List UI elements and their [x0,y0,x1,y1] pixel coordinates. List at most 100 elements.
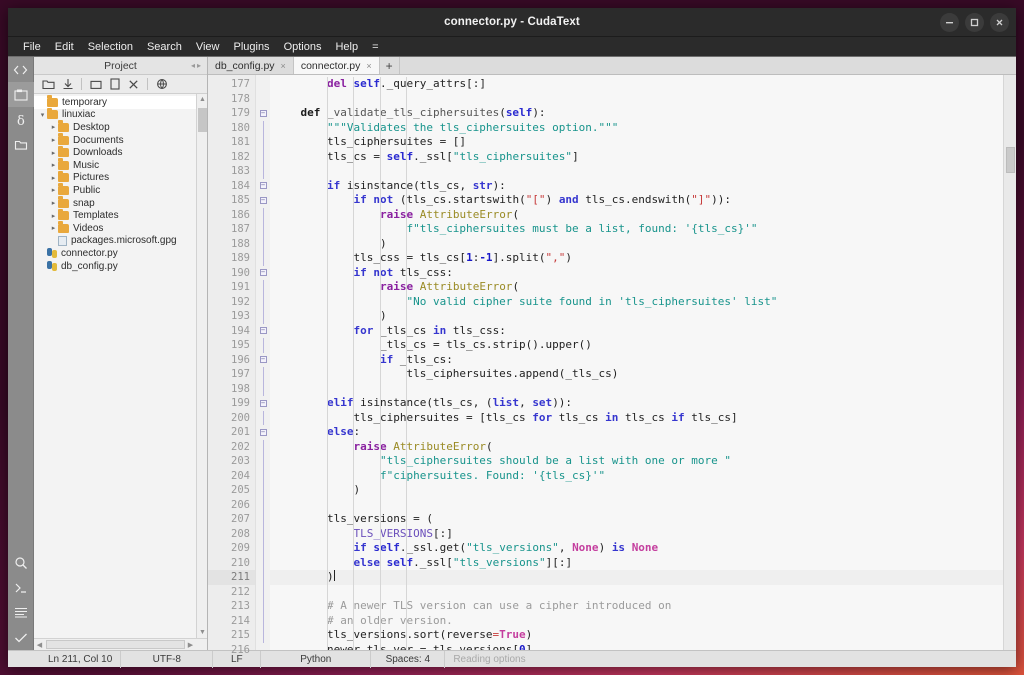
maximize-icon[interactable] [965,13,984,32]
code-line[interactable]: if isinstance(tls_cs, str): [270,179,1003,194]
status-indent[interactable]: Spaces: 4 [371,651,445,668]
twisty-icon[interactable]: ▸ [49,161,58,169]
code-line[interactable]: TLS_VERSIONS[:] [270,527,1003,542]
fold-collapse-icon[interactable]: − [260,269,267,276]
menu-more[interactable]: = [365,37,385,57]
tree-item[interactable]: ▾linuxiac [34,109,207,122]
code-line[interactable] [270,92,1003,107]
twisty-icon[interactable]: ▸ [49,212,58,220]
menu-selection[interactable]: Selection [81,37,140,57]
twisty-icon[interactable]: ▸ [49,186,58,194]
code-line[interactable]: def _validate_tls_ciphersuites(self): [270,106,1003,121]
fold-marker[interactable]: − [256,266,270,281]
code-line[interactable]: raise AttributeError( [270,440,1003,455]
scroll-up-icon[interactable]: ▲ [197,94,207,105]
code-line[interactable]: if not tls_css: [270,266,1003,281]
tree-item[interactable]: ▸Documents [34,134,207,147]
code-line[interactable]: "No valid cipher suite found in 'tls_cip… [270,295,1003,310]
fold-collapse-icon[interactable]: − [260,356,267,363]
tree-item[interactable]: temporary [34,96,207,109]
fold-collapse-icon[interactable]: − [260,197,267,204]
menu-help[interactable]: Help [328,37,365,57]
new-folder-icon[interactable] [87,76,104,93]
code-line[interactable] [270,585,1003,600]
scroll-right-icon[interactable]: ▶ [185,639,196,650]
code-line[interactable]: newer_tls_ver = tls_versions[0] [270,643,1003,651]
status-lexer[interactable]: Python [261,651,371,668]
fold-marker[interactable]: − [256,353,270,368]
console-icon[interactable] [8,575,34,600]
code-line[interactable]: if not (tls_cs.startswith("[") and tls_c… [270,193,1003,208]
fold-marker[interactable]: − [256,106,270,121]
status-encoding[interactable]: UTF-8 [121,651,213,668]
tree-item[interactable]: ▸Music [34,159,207,172]
tree-item[interactable]: db_config.py [34,260,207,273]
tab-db-config[interactable]: db_config.py × [208,57,294,74]
twisty-icon[interactable]: ▸ [49,174,58,182]
menu-options[interactable]: Options [277,37,329,57]
code-line[interactable]: tls_ciphersuites = [tls_cs for tls_cs in… [270,411,1003,426]
code-line[interactable]: tls_versions.sort(reverse=True) [270,628,1003,643]
tree-item[interactable]: packages.microsoft.gpg [34,235,207,248]
tree-item[interactable]: ▸snap [34,197,207,210]
tree-item[interactable]: ▸Pictures [34,172,207,185]
new-file-icon[interactable] [106,76,123,93]
minimize-icon[interactable] [940,13,959,32]
folder-icon[interactable] [8,132,34,157]
code-line[interactable]: if _tls_cs: [270,353,1003,368]
twisty-icon[interactable]: ▾ [38,111,47,119]
tree-item[interactable]: ▸Public [34,184,207,197]
code-line[interactable]: # an older version. [270,614,1003,629]
search-icon[interactable] [8,550,34,575]
fold-column[interactable]: − − − − − − − − [256,75,270,650]
fold-collapse-icon[interactable]: − [260,400,267,407]
code-line[interactable]: ) [270,309,1003,324]
project-vertical-scrollbar[interactable]: ▲ ▼ [196,94,207,638]
code-line[interactable]: tls_ciphersuites.append(_tls_cs) [270,367,1003,382]
fold-marker[interactable]: − [256,193,270,208]
editor-vscroll-thumb[interactable] [1006,147,1015,173]
code-line[interactable]: # A newer TLS version can use a cipher i… [270,599,1003,614]
fold-marker[interactable]: − [256,179,270,194]
project-tree[interactable]: temporary▾linuxiac▸Desktop▸Documents▸Dow… [34,94,207,272]
tab-close-icon[interactable]: × [281,61,286,71]
close-icon[interactable] [990,13,1009,32]
tree-item[interactable]: ▸Videos [34,222,207,235]
twisty-icon[interactable]: ▸ [49,123,58,131]
code-line[interactable]: ) [270,483,1003,498]
new-tab-button[interactable]: + [380,57,400,74]
code-line[interactable]: """Validates the tls_ciphersuites option… [270,121,1003,136]
code-line[interactable]: elif isinstance(tls_cs, (list, set)): [270,396,1003,411]
fold-marker[interactable]: − [256,425,270,440]
code-line[interactable]: else: [270,425,1003,440]
tabs-icon[interactable] [8,82,34,107]
menu-search[interactable]: Search [140,37,189,57]
code-line[interactable]: if self._ssl.get("tls_versions", None) i… [270,541,1003,556]
panel-collapse-icon[interactable]: ◂▸ [191,61,203,70]
tree-item[interactable]: ▸Templates [34,209,207,222]
tree-item[interactable]: ▸Desktop [34,121,207,134]
code-editor[interactable]: 1771781791801811821831841851861871881891… [208,75,1016,650]
status-caret-position[interactable]: Ln 211, Col 10 [8,651,121,668]
fold-marker[interactable]: − [256,324,270,339]
code-line[interactable]: f"tls_ciphersuites must be a list, found… [270,222,1003,237]
code-lines[interactable]: del self._query_attrs[:] def _validate_t… [270,77,1003,650]
code-line[interactable]: raise AttributeError( [270,208,1003,223]
tree-item[interactable]: connector.py [34,247,207,260]
code-line[interactable] [270,164,1003,179]
code-line[interactable]: for _tls_cs in tls_css: [270,324,1003,339]
code-line[interactable]: "tls_ciphersuites should be a list with … [270,454,1003,469]
code-line[interactable]: f"ciphersuites. Found: '{tls_cs}'" [270,469,1003,484]
fold-marker[interactable]: − [256,396,270,411]
validate-icon[interactable] [8,625,34,650]
menu-file[interactable]: File [16,37,48,57]
fold-collapse-icon[interactable]: − [260,110,267,117]
code-pane[interactable]: del self._query_attrs[:] def _validate_t… [270,75,1003,650]
delta-icon[interactable]: δ [8,107,34,132]
code-icon[interactable] [8,57,34,82]
menu-view[interactable]: View [189,37,227,57]
project-hscroll-thumb[interactable] [46,640,185,649]
save-icon[interactable] [59,76,76,93]
fold-collapse-icon[interactable]: − [260,429,267,436]
code-line[interactable]: _tls_cs = tls_cs.strip().upper() [270,338,1003,353]
